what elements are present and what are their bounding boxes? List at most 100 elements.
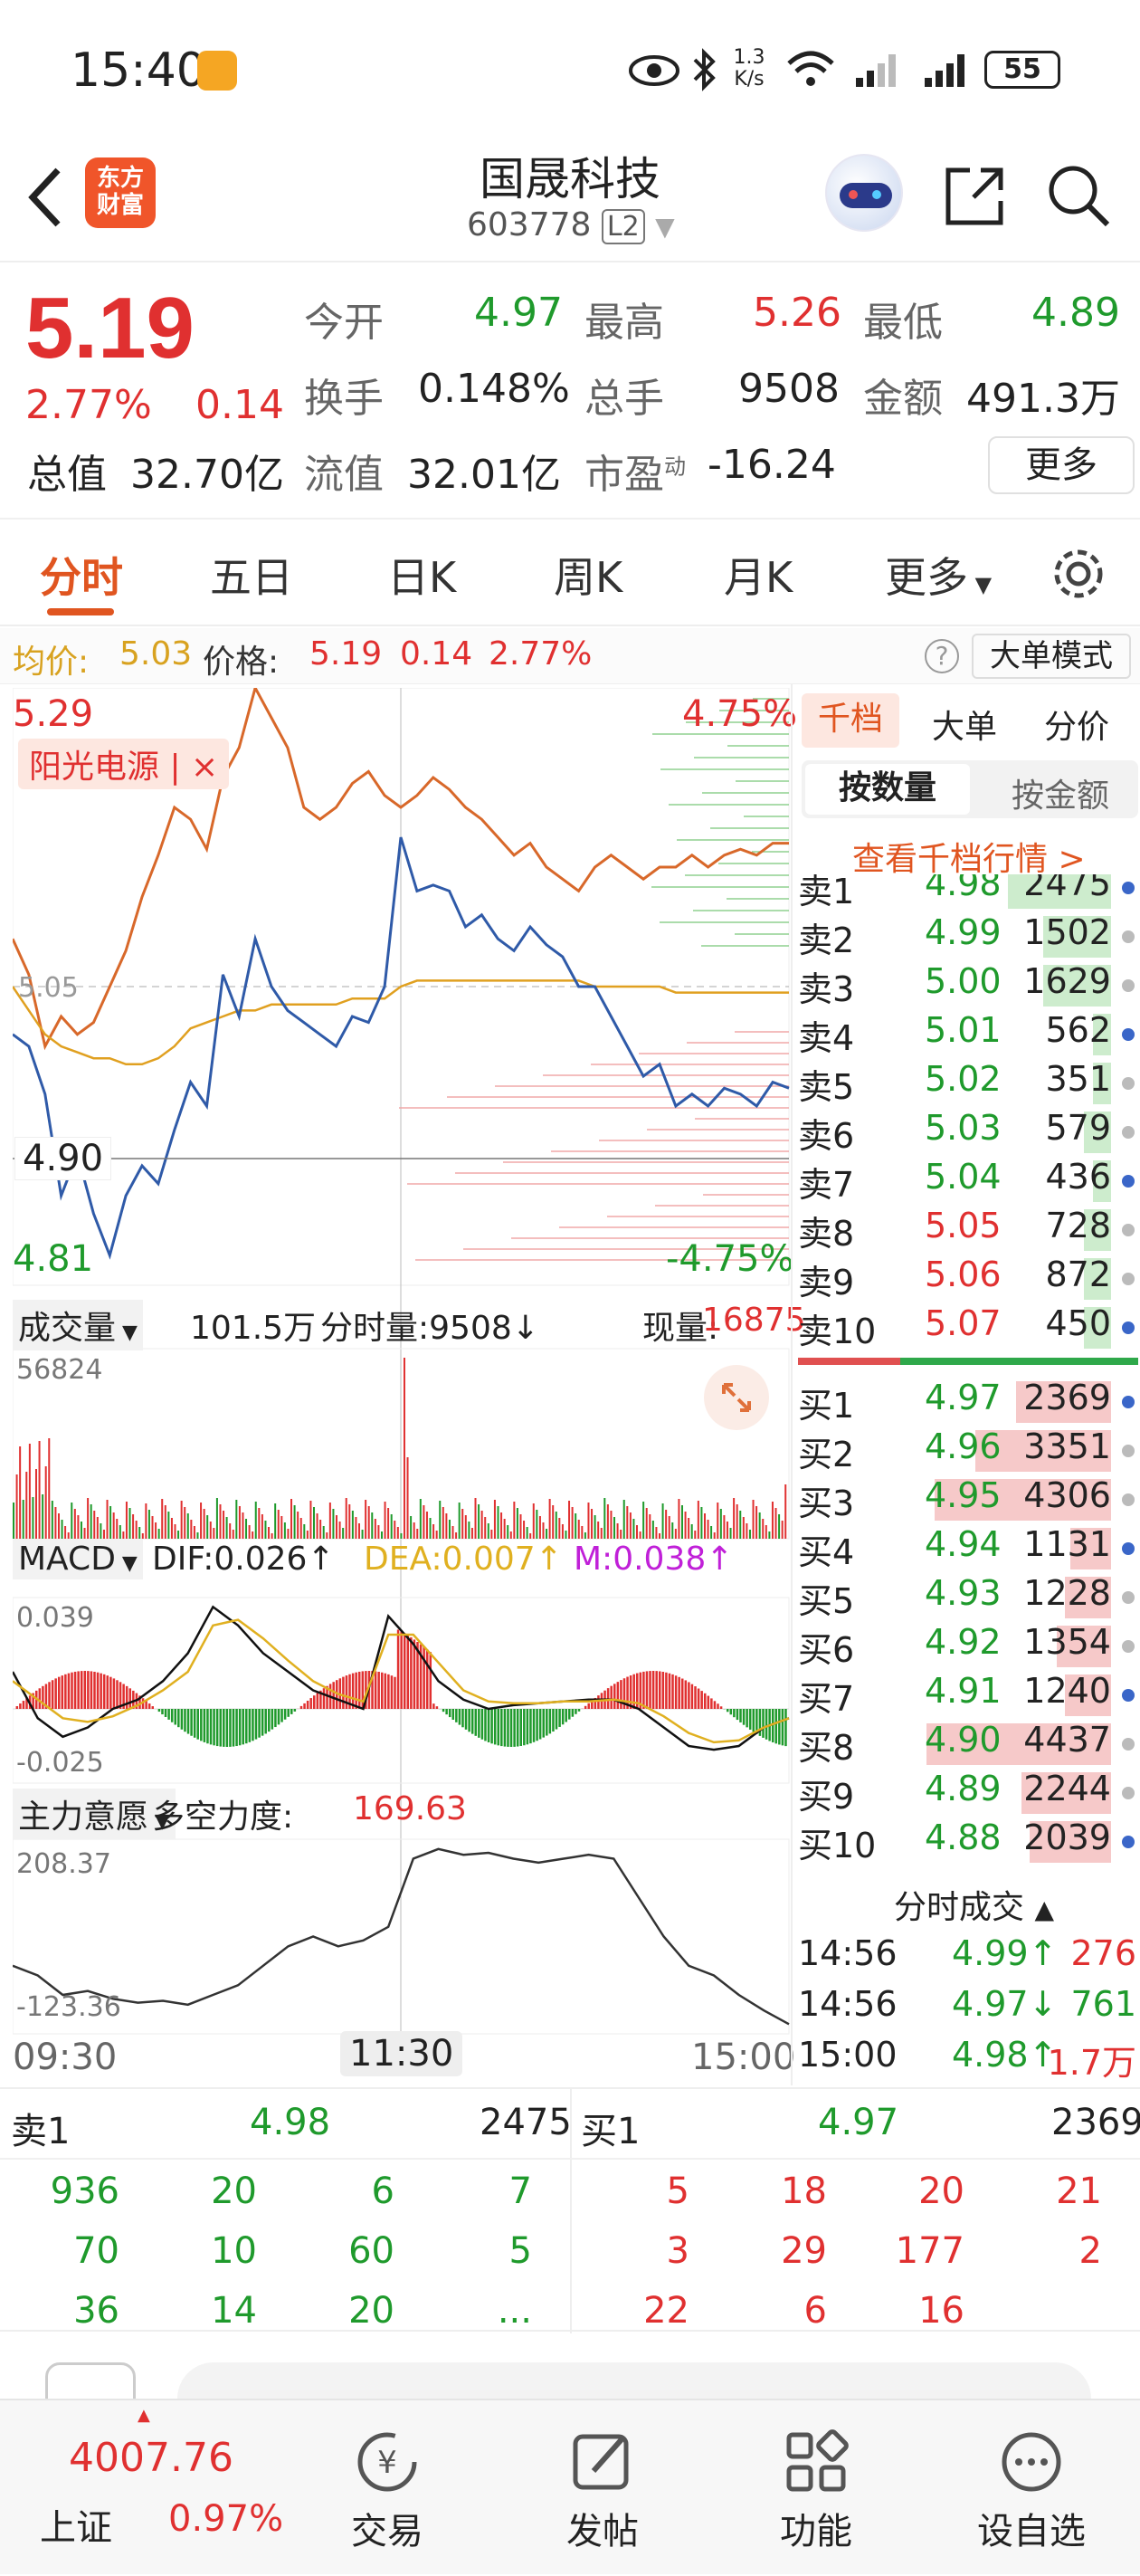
- buy-order-row[interactable]: 买34.954306: [798, 1475, 1140, 1524]
- sell-order-row[interactable]: 卖45.01562: [798, 1010, 1140, 1059]
- buy-order-row[interactable]: 买64.921354: [798, 1622, 1140, 1671]
- sell-order-row[interactable]: 卖95.06872: [798, 1255, 1140, 1303]
- nav-post[interactable]: 发帖: [530, 2400, 675, 2554]
- macd-max-label: 0.039: [16, 1602, 94, 1634]
- stock-name: 国晟科技: [389, 143, 751, 208]
- buy-order-row[interactable]: 买74.911240: [798, 1671, 1140, 1720]
- sell-order-row[interactable]: 卖14.982475: [798, 874, 1140, 912]
- tab-five-day[interactable]: 五日: [210, 545, 293, 605]
- help-icon[interactable]: ?: [925, 639, 959, 673]
- order-price: 5.00: [925, 961, 1002, 1001]
- expand-icon[interactable]: [704, 1365, 769, 1430]
- intraday-chart[interactable]: [13, 688, 791, 2082]
- order-price: 4.88: [925, 1818, 1002, 1857]
- nav-trade[interactable]: ¥ 交易: [315, 2400, 460, 2554]
- buy-order-row[interactable]: 买104.882039: [798, 1818, 1140, 1866]
- sell-order-row[interactable]: 卖85.05728: [798, 1206, 1140, 1255]
- order-price: 5.05: [925, 1206, 1002, 1245]
- tab-thousand-level[interactable]: 千档: [802, 693, 899, 748]
- mid-label: 5.05: [18, 972, 79, 1004]
- sell-order-row[interactable]: 卖65.03579: [798, 1108, 1140, 1157]
- buy-order-row[interactable]: 买94.892244: [798, 1769, 1140, 1818]
- order-dot: [1122, 1787, 1135, 1799]
- order-level-label: 买10: [798, 1818, 876, 1867]
- tab-big-order[interactable]: 大单: [932, 701, 997, 748]
- amount-label: 金额: [863, 366, 943, 424]
- tab-weekly-k[interactable]: 周K: [554, 545, 622, 605]
- pct-top-label: 4.75%: [682, 693, 797, 735]
- sell-order-row[interactable]: 卖105.07450: [798, 1303, 1140, 1352]
- order-level-label: 买2: [798, 1426, 854, 1476]
- queue-cell: 5: [667, 2171, 689, 2212]
- low-value: 4.89: [1031, 290, 1120, 336]
- sell-order-row[interactable]: 卖55.02351: [798, 1059, 1140, 1108]
- trade-price: 4.98↑: [952, 2035, 1057, 2075]
- float-label: 流值: [304, 442, 384, 500]
- concept-tag[interactable]: 阳光电源 | ×: [18, 739, 229, 789]
- buy-order-row[interactable]: 买24.963351: [798, 1426, 1140, 1475]
- index-value: 4007.76: [69, 2435, 233, 2481]
- queue-cell: 10: [211, 2230, 257, 2272]
- tab-intraday[interactable]: 分时: [40, 545, 123, 605]
- robot-assistant-icon[interactable]: [825, 154, 903, 232]
- buy-order-row[interactable]: 买84.904437: [798, 1720, 1140, 1769]
- order-dot: [1122, 1542, 1135, 1555]
- sell-order-row[interactable]: 卖75.04436: [798, 1157, 1140, 1206]
- order-dot: [1122, 1077, 1135, 1090]
- tab-monthly-k[interactable]: 月K: [724, 545, 793, 605]
- order-dot: [1122, 1175, 1135, 1188]
- eastmoney-logo[interactable]: 东方财富: [85, 157, 156, 228]
- macd-header: MACD ▼ DIF:0.026↑ DEA:0.007↑ M:0.038↑: [13, 1533, 789, 1589]
- buy-order-row[interactable]: 买14.972369: [798, 1378, 1140, 1426]
- queue-cell: 14: [211, 2290, 257, 2332]
- zl-min-label: -123.36: [16, 1991, 121, 2023]
- comment-icon[interactable]: [45, 2362, 136, 2399]
- nav-add-watchlist[interactable]: 设自选: [959, 2400, 1104, 2554]
- queue-cell: 16: [918, 2290, 964, 2332]
- sell-order-row[interactable]: 卖35.001629: [798, 961, 1140, 1010]
- share-icon[interactable]: [941, 161, 1010, 230]
- back-icon[interactable]: [24, 163, 69, 232]
- status-time: 15:40: [71, 43, 206, 98]
- big-order-mode-button[interactable]: 大单模式: [972, 634, 1131, 679]
- stock-code: 603778 L2 ▼: [467, 206, 675, 243]
- settings-gear-icon[interactable]: [1050, 545, 1107, 603]
- by-quantity-button[interactable]: 按数量: [805, 764, 970, 815]
- tab-price-dist[interactable]: 分价: [1044, 701, 1109, 748]
- queue-cell: 36: [73, 2290, 119, 2332]
- queue-sell-label: 卖1: [11, 2102, 70, 2154]
- buy-order-row[interactable]: 买54.931228: [798, 1573, 1140, 1622]
- order-volume: 4306: [1023, 1475, 1111, 1515]
- signal-icon-2: [923, 51, 974, 89]
- view-thousand-link[interactable]: 查看千档行情 >: [852, 833, 1086, 880]
- nav-post-label: 发帖: [530, 2502, 675, 2554]
- volume-total: 101.5万: [190, 1302, 316, 1349]
- volume-indicator-select[interactable]: 成交量 ▼: [13, 1300, 143, 1350]
- sell-order-row[interactable]: 卖24.991502: [798, 912, 1140, 961]
- tab-more[interactable]: 更多 ▼: [885, 545, 992, 605]
- tab-daily-k[interactable]: 日K: [387, 545, 456, 605]
- order-level-label: 卖2: [798, 912, 854, 962]
- macd-indicator-select[interactable]: MACD ▼: [13, 1539, 143, 1579]
- order-dot: [1122, 1493, 1135, 1506]
- nav-functions[interactable]: 功能: [744, 2400, 888, 2554]
- queue-cell: 60: [348, 2230, 394, 2272]
- qty-amount-toggle: 按数量 按金额: [802, 760, 1138, 818]
- order-queue: 卖1 4.98 2475 买1 4.97 2369 93620677010605…: [0, 2087, 1140, 2332]
- quote-panel: 5.19 2.77% 0.14 总值 32.70亿 今开 4.97 最高 5.2…: [0, 264, 1140, 516]
- search-icon[interactable]: [1044, 161, 1113, 230]
- buy-queue-grid: 5182021329177222616: [572, 2171, 1140, 2333]
- trades-title[interactable]: 分时成交 ▲: [894, 1881, 1054, 1928]
- buy-order-row[interactable]: 买44.941131: [798, 1524, 1140, 1573]
- by-amount-button[interactable]: 按金额: [1012, 769, 1109, 816]
- main-force-select[interactable]: 主力意愿 ▼: [13, 1789, 176, 1839]
- order-volume: 4437: [1023, 1720, 1111, 1760]
- high-label: 最高: [584, 290, 664, 348]
- index-widget[interactable]: ▲ 4007.76 上证 0.97%: [0, 2400, 299, 2576]
- comment-input[interactable]: [177, 2362, 1091, 2399]
- more-button[interactable]: 更多: [988, 436, 1135, 494]
- sell-orders: 卖14.982475卖24.991502卖35.001629卖45.01562卖…: [798, 874, 1140, 1372]
- order-volume: 2369: [1023, 1378, 1111, 1417]
- order-book-panel: 千档 大单 分价 按数量 按金额 查看千档行情 > 卖14.982475卖24.…: [791, 684, 1140, 2085]
- trade-row: 14:564.97↓761: [798, 1984, 1140, 2033]
